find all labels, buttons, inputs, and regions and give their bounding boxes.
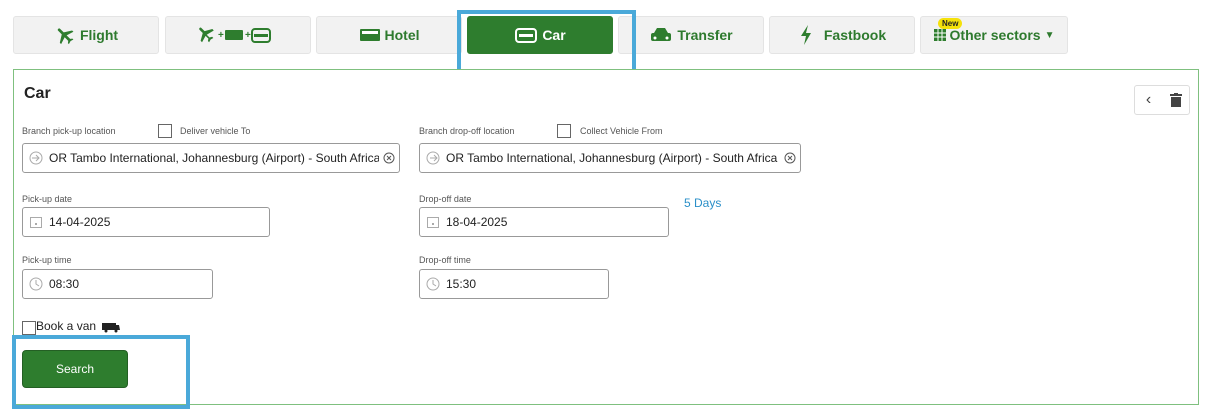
clear-icon[interactable] <box>780 152 800 164</box>
pickup-location-input[interactable]: OR Tambo International, Johannesburg (Ai… <box>22 143 400 173</box>
panel-tools: ‹ <box>1134 85 1190 115</box>
tab-other-sectors-label: Other sectors <box>949 27 1041 43</box>
tab-hotel-label: Hotel <box>384 27 420 43</box>
clock-icon <box>23 277 49 291</box>
pickup-date-value: 14-04-2025 <box>49 215 111 229</box>
panel-title: Car <box>24 85 51 102</box>
book-van-checkbox[interactable] <box>22 321 36 335</box>
clock-icon <box>420 277 446 291</box>
svg-text:+: + <box>245 30 251 41</box>
grid-icon <box>933 29 946 41</box>
trash-icon[interactable] <box>1162 86 1189 114</box>
svg-text:+: + <box>218 30 224 41</box>
dropoff-date-input[interactable]: 18-04-2025 <box>419 207 669 237</box>
taxi-icon <box>651 28 672 41</box>
calendar-icon <box>420 216 446 228</box>
car-search-panel: Car ‹ <box>13 69 1199 405</box>
plane-icon <box>57 28 74 45</box>
bolt-icon <box>800 25 811 45</box>
tab-package[interactable]: + + <box>165 16 311 54</box>
pickup-date-label: Pick-up date <box>22 194 73 204</box>
collapse-icon[interactable]: ‹ <box>1135 86 1162 114</box>
location-in-icon <box>23 151 49 165</box>
new-badge: New <box>938 18 963 29</box>
tab-transfer-label: Transfer <box>677 27 733 43</box>
dropoff-time-label: Drop-off time <box>419 255 471 265</box>
pickup-location-value: OR Tambo International, Johannesburg (Ai… <box>49 151 379 165</box>
pickup-time-value: 08:30 <box>49 277 80 291</box>
location-out-icon <box>420 151 446 165</box>
clear-icon[interactable] <box>379 152 399 164</box>
collect-vehicle-label: Collect Vehicle From <box>580 126 663 136</box>
search-button-highlight <box>12 335 190 409</box>
dropoff-location-label: Branch drop-off location <box>419 126 515 136</box>
van-icon <box>102 322 121 333</box>
dropoff-time-input[interactable]: 15:30 <box>419 269 609 299</box>
dropoff-time-value: 15:30 <box>446 277 477 291</box>
tab-flight-label: Flight <box>79 27 119 43</box>
tab-fastbook-label: Fastbook <box>823 27 887 43</box>
calendar-icon <box>23 216 49 228</box>
tab-hotel[interactable]: Hotel <box>316 16 462 54</box>
tab-fastbook[interactable]: Fastbook <box>769 16 915 54</box>
deliver-vehicle-label: Deliver vehicle To <box>180 126 251 136</box>
dropoff-location-value: OR Tambo International, Johannesburg (Ai… <box>446 151 778 165</box>
dropoff-date-value: 18-04-2025 <box>446 215 508 229</box>
deliver-vehicle-checkbox[interactable] <box>158 124 172 138</box>
chevron-down-icon: ▼ <box>1044 29 1055 41</box>
bed-icon <box>359 29 380 41</box>
tab-flight[interactable]: Flight <box>13 16 159 54</box>
collect-vehicle-checkbox[interactable] <box>557 124 571 138</box>
dropoff-location-input[interactable]: OR Tambo International, Johannesburg (Ai… <box>419 143 801 173</box>
rental-duration: 5 Days <box>684 196 722 210</box>
pickup-date-input[interactable]: 14-04-2025 <box>22 207 270 237</box>
book-van-label: Book a van <box>36 319 121 333</box>
pickup-time-label: Pick-up time <box>22 255 72 265</box>
pickup-location-label: Branch pick-up location <box>22 126 116 136</box>
pickup-time-input[interactable]: 08:30 <box>22 269 213 299</box>
tab-transfer[interactable]: Transfer <box>618 16 764 54</box>
plane-hotel-car-icon: + + <box>199 27 271 43</box>
dropoff-date-label: Drop-off date <box>419 194 472 204</box>
book-van-text: Book a van <box>36 319 97 333</box>
